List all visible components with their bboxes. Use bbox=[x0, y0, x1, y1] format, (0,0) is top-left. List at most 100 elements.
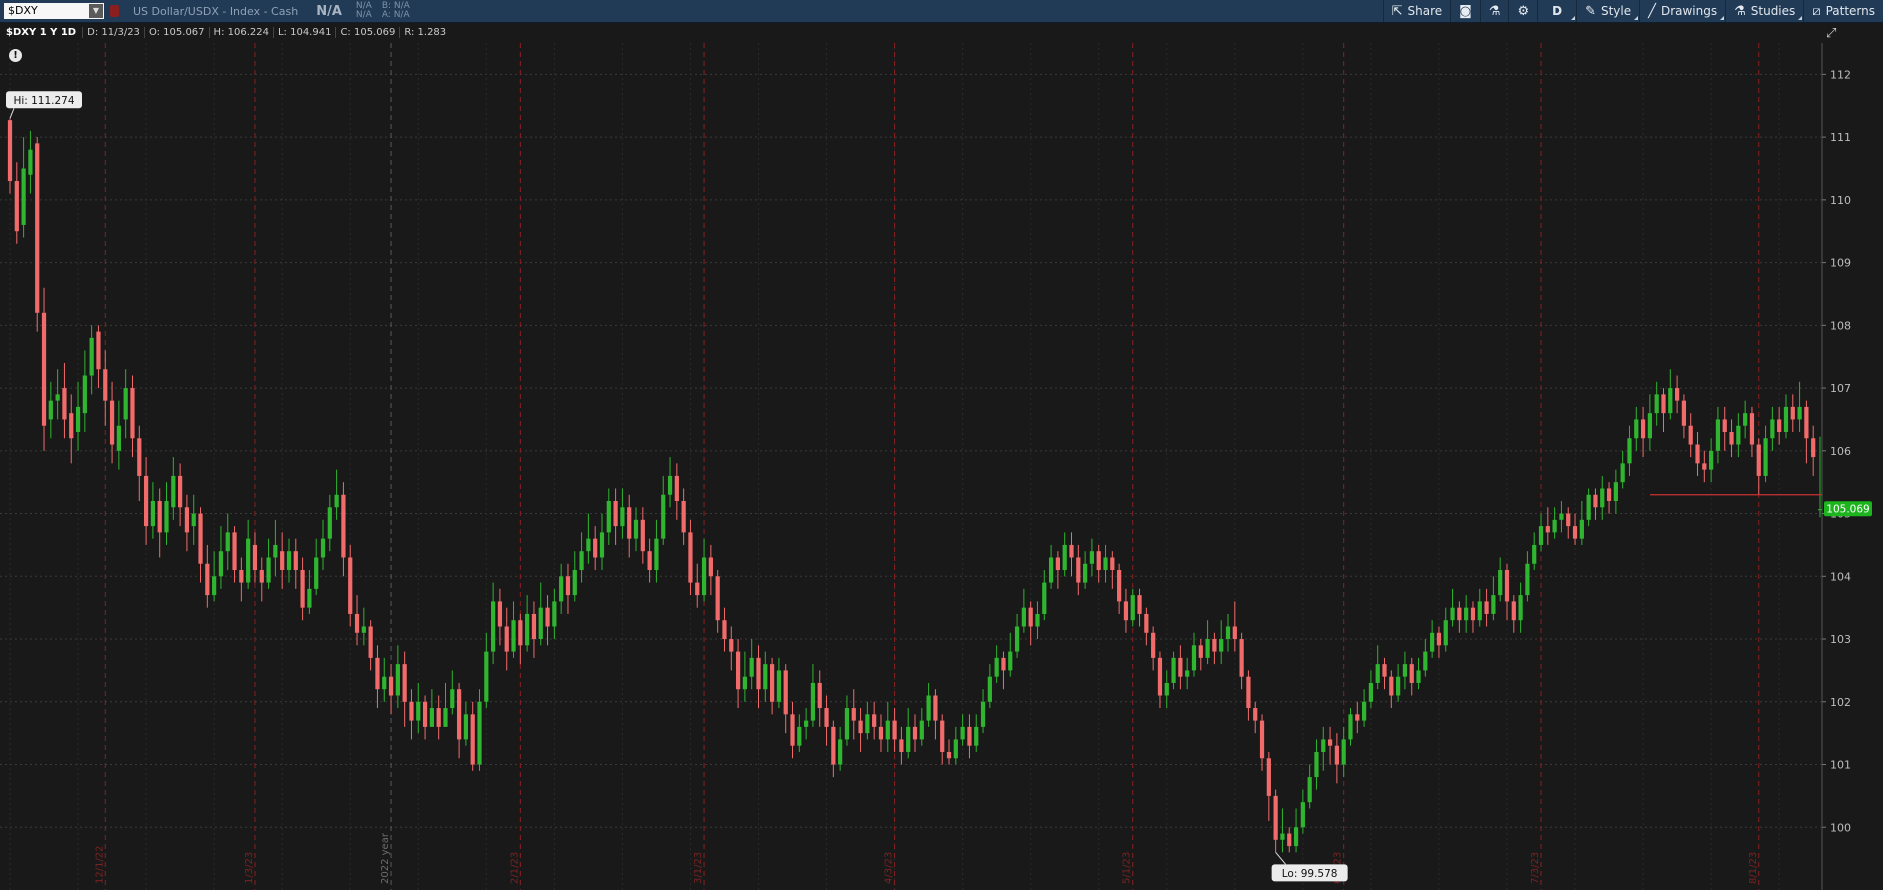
candle-body bbox=[1042, 582, 1047, 614]
candle-body bbox=[1402, 664, 1408, 677]
candle-body bbox=[491, 601, 496, 652]
candle-body bbox=[191, 513, 196, 527]
low-marker-label: Lo: 99.578 bbox=[1282, 868, 1338, 880]
info-range: R: 1.283 bbox=[399, 27, 450, 38]
candle-body bbox=[1430, 632, 1435, 652]
candle-body bbox=[75, 406, 81, 432]
candle-body bbox=[450, 689, 455, 709]
candle-body bbox=[1790, 406, 1795, 420]
candle-body bbox=[599, 532, 605, 558]
candle-body bbox=[1525, 563, 1530, 596]
period-label: 12/1/22 bbox=[94, 845, 105, 884]
candle-body bbox=[1470, 607, 1476, 621]
candle-body bbox=[667, 475, 673, 495]
candle-body bbox=[1606, 488, 1612, 502]
candle-body bbox=[429, 708, 434, 727]
candle-body bbox=[1654, 394, 1659, 414]
candle-body bbox=[1552, 519, 1557, 533]
candle-body bbox=[1144, 613, 1149, 633]
candle-body bbox=[633, 519, 639, 539]
candle-body bbox=[1613, 482, 1618, 502]
candle-body bbox=[1797, 406, 1802, 420]
candle-body bbox=[1416, 670, 1421, 683]
candle-body bbox=[763, 664, 768, 690]
candle-body bbox=[1756, 444, 1761, 476]
candle-body bbox=[906, 726, 911, 752]
candle-body bbox=[1783, 406, 1789, 432]
candle-body bbox=[729, 639, 734, 652]
candle-body bbox=[1137, 595, 1142, 614]
candle-body bbox=[926, 695, 931, 721]
candle-body bbox=[872, 714, 877, 727]
candle-body bbox=[838, 739, 843, 765]
candle-body bbox=[252, 544, 258, 571]
candle-body bbox=[280, 551, 285, 571]
candle-body bbox=[797, 726, 802, 746]
candle-body bbox=[1232, 626, 1237, 640]
candle-body bbox=[1069, 544, 1074, 558]
candle-body bbox=[606, 501, 611, 533]
candle-body bbox=[769, 664, 775, 702]
candle-body bbox=[593, 538, 598, 558]
price-tick-label: 111 bbox=[1830, 131, 1851, 144]
candle-body bbox=[205, 563, 210, 596]
candle-body bbox=[1382, 664, 1387, 677]
candle-body bbox=[688, 532, 693, 583]
period-label: 1/3/23 bbox=[244, 852, 255, 884]
candle-body bbox=[1008, 651, 1013, 671]
info-low: L: 104.941 bbox=[272, 27, 335, 38]
candle-body bbox=[1688, 425, 1693, 445]
price-tick-label: 106 bbox=[1830, 445, 1851, 458]
candle-body bbox=[1273, 795, 1278, 840]
candle-body bbox=[1749, 413, 1755, 445]
candle-body bbox=[1001, 657, 1006, 671]
candle-body bbox=[1396, 676, 1401, 696]
candle-body bbox=[919, 720, 924, 740]
info-close: C: 105.069 bbox=[335, 27, 399, 38]
candle-body bbox=[735, 651, 741, 690]
candle-body bbox=[69, 413, 74, 439]
candle-body bbox=[1722, 419, 1727, 432]
period-label: 2022 year bbox=[380, 832, 391, 884]
candle-body bbox=[1504, 570, 1510, 602]
candle-body bbox=[246, 538, 251, 583]
candle-body bbox=[1586, 494, 1591, 520]
price-chart[interactable]: 1001011021031041051061071081091101111121… bbox=[0, 0, 1883, 890]
info-open: O: 105.067 bbox=[143, 27, 209, 38]
candle-body bbox=[1477, 601, 1482, 621]
candle-body bbox=[1157, 657, 1163, 696]
candle-body bbox=[1035, 613, 1040, 627]
candle-body bbox=[1253, 708, 1258, 721]
candle-body bbox=[82, 375, 87, 414]
candle-body bbox=[1164, 682, 1169, 696]
candle-body bbox=[1436, 632, 1442, 646]
price-tick-label: 102 bbox=[1830, 696, 1851, 709]
candle-body bbox=[1185, 670, 1190, 677]
candle-body bbox=[327, 507, 332, 539]
candle-body bbox=[1293, 827, 1299, 847]
candle-body bbox=[1484, 601, 1489, 614]
price-tick-label: 107 bbox=[1830, 382, 1851, 395]
candle-body bbox=[354, 613, 360, 633]
candle-body bbox=[416, 701, 421, 721]
info-bar: $DXY 1 Y 1D D: 11/3/23 O: 105.067 H: 106… bbox=[0, 23, 450, 42]
candle-body bbox=[1736, 425, 1741, 445]
candle-body bbox=[293, 551, 298, 571]
candle-body bbox=[409, 701, 414, 721]
collapse-chart-icon[interactable]: ⤢ bbox=[1826, 26, 1836, 41]
info-high: H: 106.224 bbox=[208, 27, 273, 38]
alert-info-icon[interactable]: ! bbox=[9, 49, 22, 62]
period-label: 7/3/23 bbox=[1530, 852, 1541, 884]
candle-body bbox=[824, 708, 829, 727]
candle-body bbox=[266, 557, 271, 583]
candle-body bbox=[620, 507, 625, 527]
candle-body bbox=[1280, 833, 1285, 840]
candle-body bbox=[790, 714, 795, 746]
candle-body bbox=[933, 695, 938, 721]
candle-body bbox=[212, 576, 217, 596]
candle-body bbox=[1593, 494, 1598, 508]
candle-body bbox=[1191, 645, 1197, 671]
candle-body bbox=[1321, 739, 1326, 752]
candle-body bbox=[681, 501, 686, 533]
candle-body bbox=[865, 714, 870, 734]
